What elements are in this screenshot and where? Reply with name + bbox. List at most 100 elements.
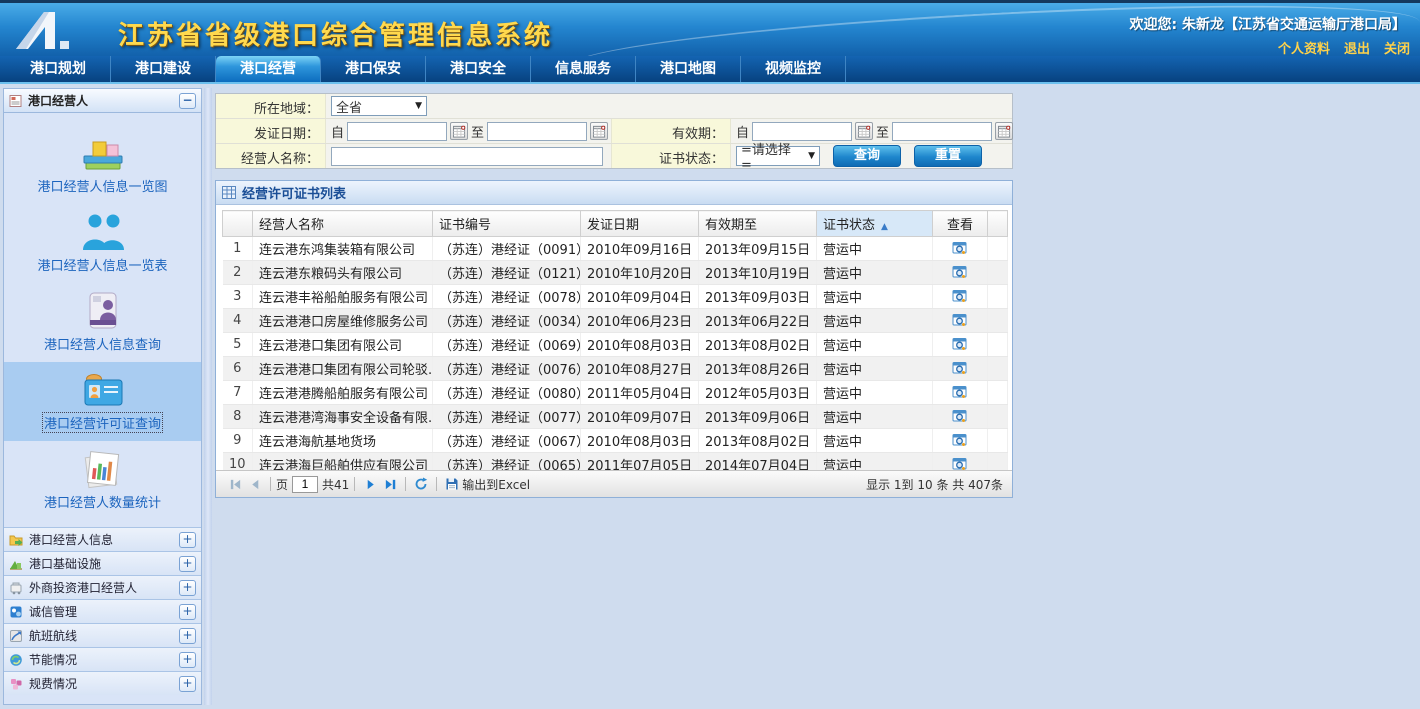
- header-link[interactable]: 退出: [1344, 42, 1370, 56]
- region-select[interactable]: 全省 ▼: [331, 96, 427, 116]
- column-header[interactable]: 有效期至: [699, 211, 817, 237]
- sidebar-item[interactable]: 港口经营人信息查询: [4, 283, 201, 362]
- cert-status-select[interactable]: =请选择= ▼: [736, 146, 820, 166]
- expand-button[interactable]: +: [179, 604, 196, 620]
- table-row[interactable]: 1连云港东鸿集装箱有限公司（苏连）港经证（0091）号2010年09月16日20…: [223, 237, 1008, 261]
- query-button[interactable]: 查询: [833, 145, 901, 167]
- sidebar-accordion: 港口经营人信息+港口基础设施+外商投资港口经营人+诚信管理+航班航线+节能情况+…: [4, 527, 201, 695]
- reset-button[interactable]: 重置: [914, 145, 982, 167]
- header-link[interactable]: 个人资料: [1278, 42, 1330, 56]
- nav-tab[interactable]: 视频监控: [741, 56, 846, 82]
- header-link[interactable]: 关闭: [1384, 42, 1410, 56]
- view-icon[interactable]: [952, 312, 968, 328]
- calendar-icon[interactable]: [590, 122, 608, 140]
- expand-button[interactable]: +: [179, 628, 196, 644]
- view-icon[interactable]: [952, 360, 968, 376]
- from-label: 自: [736, 122, 749, 141]
- column-header[interactable]: 经营人名称: [253, 211, 433, 237]
- first-page-icon[interactable]: [227, 476, 243, 492]
- expand-button[interactable]: +: [179, 556, 196, 572]
- view-icon[interactable]: [952, 384, 968, 400]
- column-header[interactable]: 查看: [933, 211, 988, 237]
- table-row[interactable]: 4连云港港口房屋维修服务公司（苏连）港经证（0034）号2010年06月23日2…: [223, 309, 1008, 333]
- to-label: 至: [471, 122, 484, 141]
- table-row[interactable]: 7连云港港腾船舶服务有限公司（苏连）港经证（0080）号2011年05月04日2…: [223, 381, 1008, 405]
- nav-tab[interactable]: 港口保安: [321, 56, 426, 82]
- expand-button[interactable]: +: [179, 652, 196, 668]
- operator-name-cell: 连云港东粮码头有限公司: [253, 261, 433, 285]
- sidebar-item[interactable]: 港口经营人信息一览表: [4, 204, 201, 283]
- nav-tab[interactable]: 港口规划: [6, 56, 111, 82]
- sidebar-group[interactable]: 港口基础设施+: [4, 551, 201, 575]
- issue-date-to-input[interactable]: [487, 122, 587, 141]
- prev-page-icon[interactable]: [247, 476, 263, 492]
- view-icon[interactable]: [952, 336, 968, 352]
- column-header[interactable]: 证书编号: [433, 211, 581, 237]
- table-row[interactable]: 3连云港丰裕船舶服务有限公司（苏连）港经证（0078）号2010年09月04日2…: [223, 285, 1008, 309]
- sidebar-group-header[interactable]: 港口经营人 −: [4, 89, 201, 113]
- table-row[interactable]: 2连云港东粮码头有限公司（苏连）港经证（0121）号2010年10月20日201…: [223, 261, 1008, 285]
- export-excel-label[interactable]: 输出到Excel: [462, 476, 530, 493]
- expand-button[interactable]: +: [179, 532, 196, 548]
- report-icon: [9, 94, 23, 108]
- valid-to-input[interactable]: [892, 122, 992, 141]
- filler-cell: [988, 285, 1008, 309]
- sidebar-item[interactable]: 港口经营人数量统计: [4, 441, 201, 520]
- view-icon[interactable]: [952, 264, 968, 280]
- view-icon[interactable]: [952, 288, 968, 304]
- table-row[interactable]: 8连云港港湾海事安全设备有限...（苏连）港经证（0077）号2010年09月0…: [223, 405, 1008, 429]
- nav-tab[interactable]: 港口安全: [426, 56, 531, 82]
- refresh-icon[interactable]: [413, 476, 429, 492]
- row-number-header: [223, 211, 253, 237]
- filler-cell: [988, 309, 1008, 333]
- sidebar-item-label: 港口经营人信息查询: [4, 334, 201, 353]
- sidebar-group-title: 港口经营人: [28, 92, 88, 109]
- status-cell: 营运中: [817, 333, 933, 357]
- table-row[interactable]: 9连云港海航基地货场（苏连）港经证（0067）号2010年08月03日2013年…: [223, 429, 1008, 453]
- sidebar-group[interactable]: 节能情况+: [4, 647, 201, 671]
- main-nav: 港口规划港口建设港口经营港口保安港口安全信息服务港口地图视频监控: [0, 56, 1420, 84]
- calendar-icon[interactable]: [450, 122, 468, 140]
- view-icon[interactable]: [952, 432, 968, 448]
- total-pages-label: 共41: [322, 476, 349, 493]
- sidebar-group[interactable]: 港口经营人信息+: [4, 527, 201, 551]
- operator-name-input[interactable]: [331, 147, 603, 166]
- issue-date-from-input[interactable]: [347, 122, 447, 141]
- nav-tab[interactable]: 港口建设: [111, 56, 216, 82]
- view-cell: [933, 261, 988, 285]
- page-input[interactable]: [292, 476, 318, 493]
- issue-date-cell: 2010年10月20日: [581, 261, 699, 285]
- nav-tab[interactable]: 港口经营: [216, 56, 321, 82]
- sidebar-item-label-text: 港口经营人信息查询: [44, 338, 161, 353]
- from-label: 自: [331, 122, 344, 141]
- nav-tab[interactable]: 信息服务: [531, 56, 636, 82]
- view-icon[interactable]: [952, 408, 968, 424]
- calendar-icon[interactable]: [855, 122, 873, 140]
- nav-tab[interactable]: 港口地图: [636, 56, 741, 82]
- operator-name-cell: 连云港东鸿集装箱有限公司: [253, 237, 433, 261]
- expand-button[interactable]: +: [179, 676, 196, 692]
- region-label: 所在地域：: [216, 94, 326, 118]
- sidebar-group[interactable]: 规费情况+: [4, 671, 201, 695]
- column-header[interactable]: 证书状态▲: [817, 211, 933, 237]
- cert-no-cell: （苏连）港经证（0121）号: [433, 261, 581, 285]
- sidebar-group[interactable]: 诚信管理+: [4, 599, 201, 623]
- expand-button[interactable]: +: [179, 580, 196, 596]
- next-page-icon[interactable]: [362, 476, 378, 492]
- sidebar-item[interactable]: 港口经营人信息一览图: [4, 125, 201, 204]
- collapse-button[interactable]: −: [179, 93, 196, 109]
- sidebar-item[interactable]: 港口经营许可证查询: [4, 362, 201, 441]
- export-excel-icon[interactable]: [444, 476, 460, 492]
- table-row[interactable]: 6连云港港口集团有限公司轮驳...（苏连）港经证（0076）号2010年08月2…: [223, 357, 1008, 381]
- view-icon[interactable]: [952, 240, 968, 256]
- last-page-icon[interactable]: [382, 476, 398, 492]
- column-header[interactable]: 发证日期: [581, 211, 699, 237]
- valid-from-input[interactable]: [752, 122, 852, 141]
- sidebar-splitter[interactable]: [204, 88, 212, 705]
- sidebar-group[interactable]: 航班航线+: [4, 623, 201, 647]
- sidebar-group[interactable]: 外商投资港口经营人+: [4, 575, 201, 599]
- cert-no-cell: （苏连）港经证（0077）号: [433, 405, 581, 429]
- table-row[interactable]: 5连云港港口集团有限公司（苏连）港经证（0069）号2010年08月03日201…: [223, 333, 1008, 357]
- calendar-icon[interactable]: [995, 122, 1013, 140]
- stacked-boxes-icon: [80, 133, 126, 173]
